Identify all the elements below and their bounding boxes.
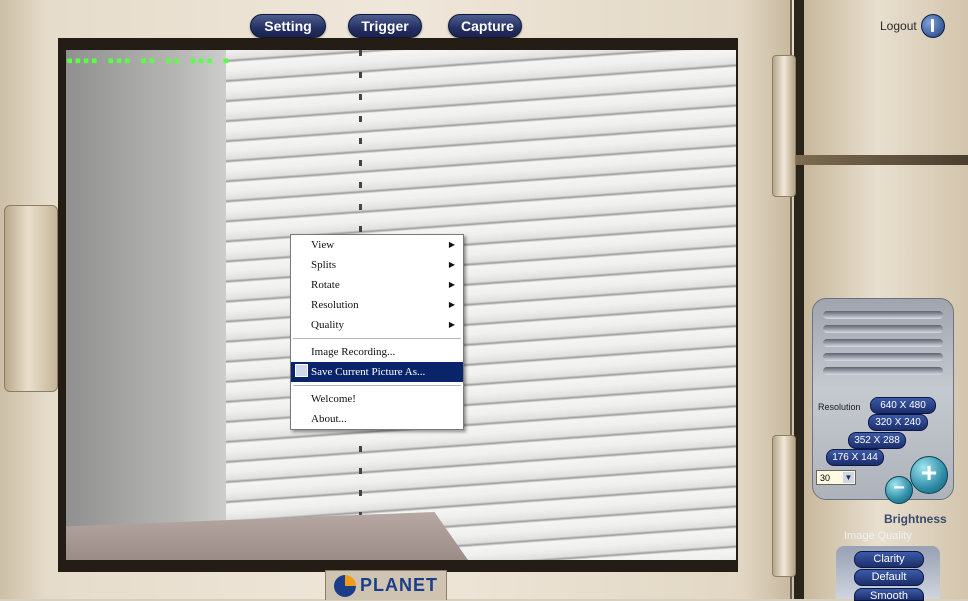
power-icon xyxy=(920,14,945,38)
resolution-640-button[interactable]: 640 X 480 xyxy=(870,397,936,414)
submenu-arrow-icon: ▶ xyxy=(448,280,455,289)
resolution-176-button[interactable]: 176 X 144 xyxy=(826,449,884,466)
menu-item-label: Welcome! xyxy=(311,393,356,405)
submenu-arrow-icon: ▶ xyxy=(448,260,455,269)
hinge-top xyxy=(772,55,796,197)
resolution-352-button[interactable]: 352 X 288 xyxy=(848,432,906,449)
menu-item-quality[interactable]: Quality ▶ xyxy=(291,315,463,335)
menu-item-about[interactable]: About... xyxy=(291,409,463,429)
brand-name: PLANET xyxy=(360,575,438,595)
menu-item-label: Splits xyxy=(311,259,337,271)
capture-button[interactable]: Capture xyxy=(448,14,522,38)
video-timestamp: ▪▪▪▪ ▪▪▪ ▪▪ ▪▪ ▪▪▪ ▪ xyxy=(66,53,231,67)
panel-stripe xyxy=(796,155,968,165)
quality-default-button[interactable]: Default xyxy=(854,569,924,586)
menu-item-splits[interactable]: Splits ▶ xyxy=(291,255,463,275)
left-handle xyxy=(4,205,58,392)
wall-region xyxy=(66,50,226,560)
menu-separator xyxy=(293,385,461,386)
pad-slot xyxy=(823,311,943,319)
brightness-decrease-button[interactable]: − xyxy=(885,476,913,504)
quality-smooth-button[interactable]: Smooth xyxy=(854,588,924,601)
pad-slot xyxy=(823,339,943,347)
quality-clarity-button[interactable]: Clarity xyxy=(854,551,924,568)
pad-slot xyxy=(823,325,943,333)
resolution-320-button[interactable]: 320 X 240 xyxy=(868,414,928,431)
chevron-down-icon: ▼ xyxy=(843,472,854,483)
submenu-arrow-icon: ▶ xyxy=(448,300,455,309)
resolution-label: Resolution xyxy=(818,402,861,412)
submenu-arrow-icon: ▶ xyxy=(448,320,455,329)
menu-item-label: Save Current Picture As... xyxy=(311,366,426,378)
menu-item-view[interactable]: View ▶ xyxy=(291,235,463,255)
frame-rate-select[interactable]: 30 ▼ xyxy=(816,470,856,485)
planet-logo-icon xyxy=(334,574,356,597)
menu-item-label: Rotate xyxy=(311,279,340,291)
hinge-bottom xyxy=(772,435,796,577)
menu-item-label: Resolution xyxy=(311,299,359,311)
image-quality-label: Image Quality xyxy=(844,530,912,542)
setting-button[interactable]: Setting xyxy=(250,14,326,38)
menu-item-image-recording[interactable]: Image Recording... xyxy=(291,342,463,362)
menu-item-save-picture[interactable]: Save Current Picture As... xyxy=(291,362,463,382)
frame-rate-value: 30 xyxy=(820,473,831,483)
pad-slot xyxy=(823,367,943,375)
menu-item-resolution[interactable]: Resolution ▶ xyxy=(291,295,463,315)
brand-footer: PLANET xyxy=(325,570,447,600)
menu-item-label: About... xyxy=(311,413,347,425)
pad-slot xyxy=(823,353,943,361)
menu-item-label: View xyxy=(311,239,335,251)
menu-item-label: Image Recording... xyxy=(311,346,396,358)
menu-item-label: Quality xyxy=(311,319,344,331)
menu-item-rotate[interactable]: Rotate ▶ xyxy=(291,275,463,295)
logout-button[interactable]: Logout xyxy=(880,14,945,38)
save-icon xyxy=(295,364,308,377)
menu-separator xyxy=(293,338,461,339)
context-menu: View ▶ Splits ▶ Rotate ▶ Resolution ▶ Qualit… xyxy=(290,234,464,430)
submenu-arrow-icon: ▶ xyxy=(448,240,455,249)
brightness-increase-button[interactable]: + xyxy=(910,456,948,494)
trigger-button[interactable]: Trigger xyxy=(348,14,422,38)
menu-item-welcome[interactable]: Welcome! xyxy=(291,389,463,409)
logout-label: Logout xyxy=(880,19,917,33)
brightness-label: Brightness xyxy=(884,512,947,526)
